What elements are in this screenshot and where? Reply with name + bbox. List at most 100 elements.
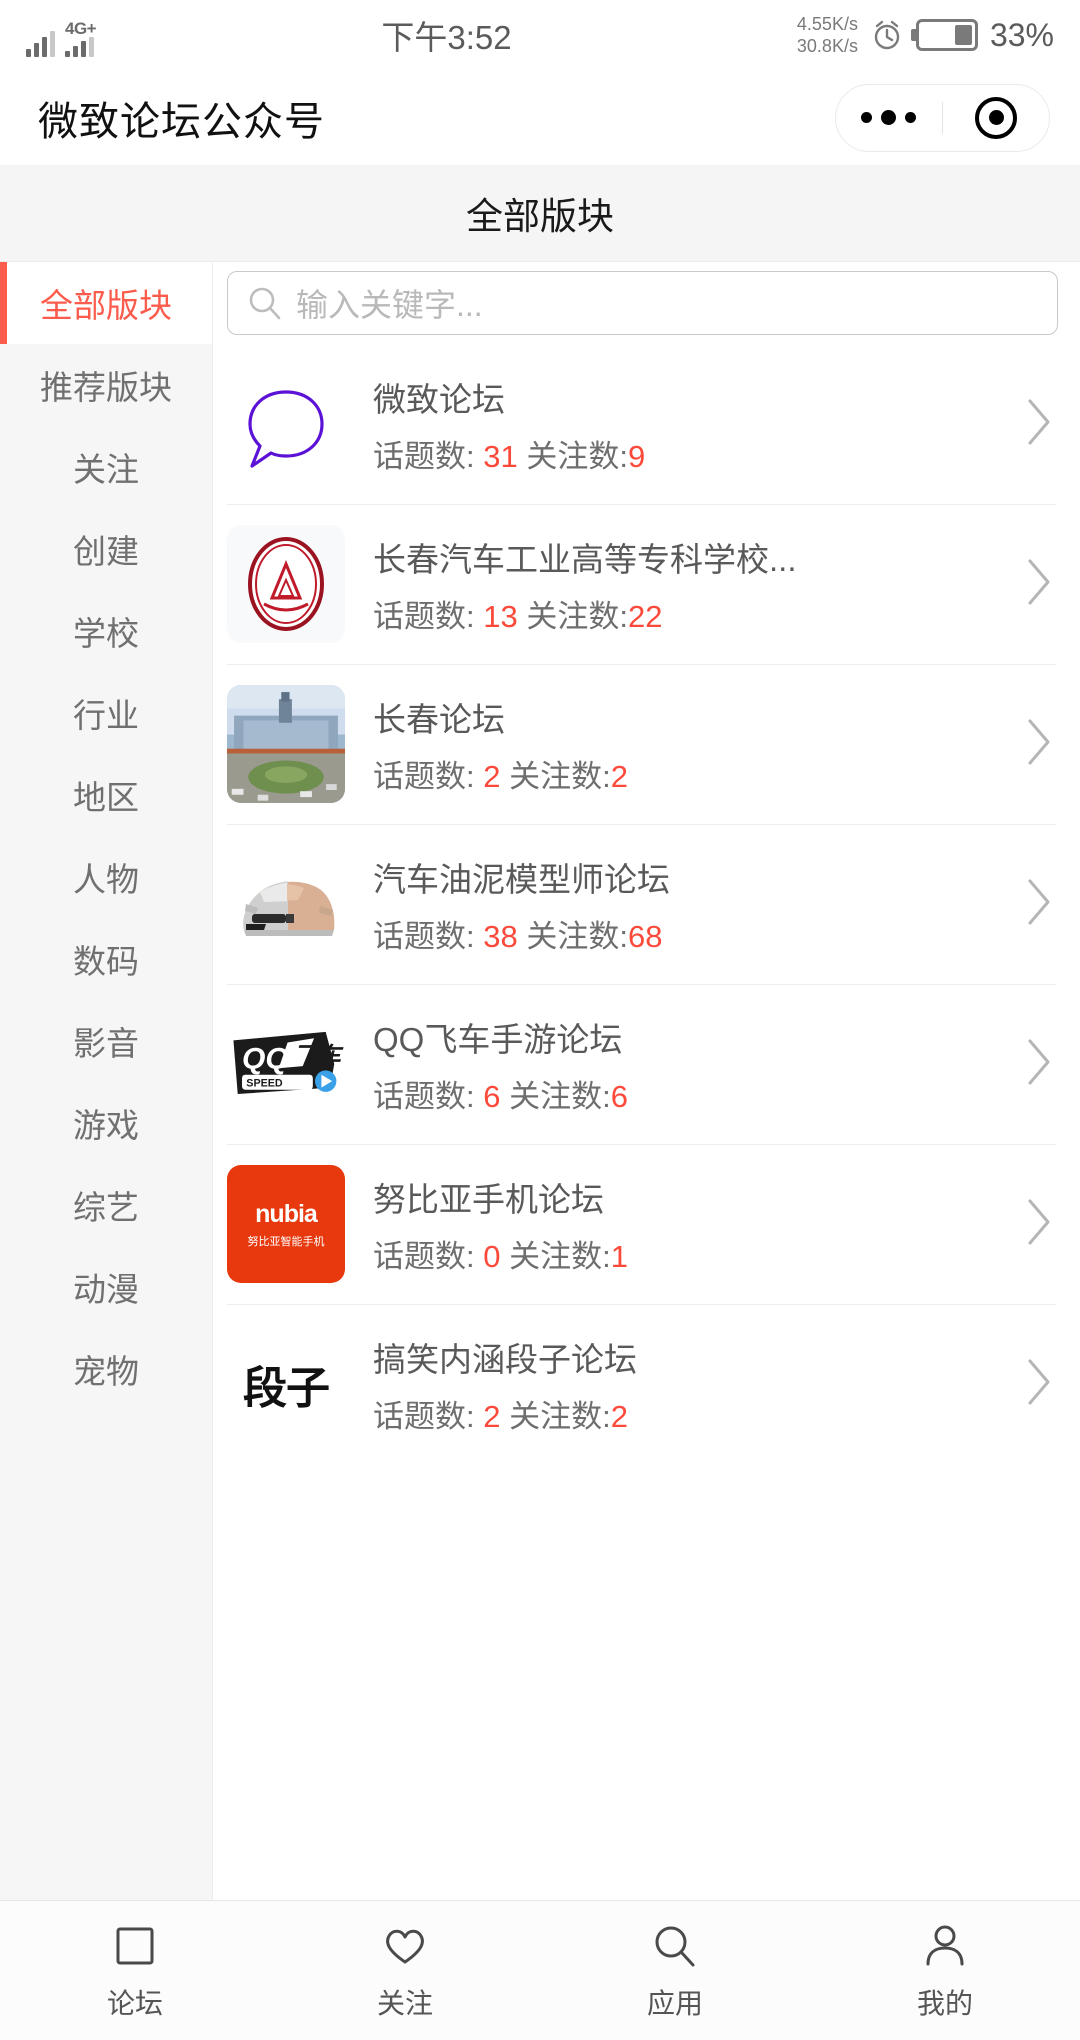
forum-name: 长春汽车工业高等专科学校...: [373, 540, 797, 578]
tab-follow[interactable]: 关注: [270, 1920, 540, 2022]
forum-name: 长春论坛: [373, 700, 505, 738]
tab-profile[interactable]: 我的: [810, 1920, 1080, 2022]
forum-avatar: 段子: [227, 1325, 345, 1443]
capsule-button-group[interactable]: [835, 83, 1050, 152]
svg-text:飞车: 飞车: [294, 1043, 345, 1070]
sidebar-item-school[interactable]: 学校: [0, 590, 212, 672]
follow-count: 9: [627, 438, 646, 474]
sidebar-item-variety[interactable]: 综艺: [0, 1164, 212, 1246]
forum-stats: 话题数: 6 关注数:6: [373, 1071, 1012, 1116]
list-item[interactable]: nubia 努比亚智能手机 努比亚手机论坛 话题数: 0 关注数:1: [213, 1144, 1080, 1304]
forum-avatar: [227, 365, 345, 483]
clay-car-icon: [243, 881, 335, 936]
forum-info: 汽车油泥模型师论坛 话题数: 38 关注数:68: [373, 853, 1012, 956]
search-icon: [249, 287, 281, 320]
follow-count: 2: [610, 1398, 628, 1434]
sidebar-item-label: 游戏: [73, 1107, 139, 1144]
status-left: 4G+: [26, 13, 97, 57]
sidebar-item-games[interactable]: 游戏: [0, 1082, 212, 1164]
chevron-right-icon[interactable]: [1022, 1035, 1056, 1094]
alarm-icon: [870, 18, 904, 52]
section-title-bar: 全部版块: [0, 165, 1080, 262]
target-circle-icon[interactable]: [943, 96, 1049, 139]
sidebar-item-label: 宠物: [73, 1353, 139, 1390]
follow-count: 1: [610, 1238, 628, 1274]
forum-name: 努比亚手机论坛: [373, 1180, 604, 1218]
forum-info: QQ飞车手游论坛 话题数: 6 关注数:6: [373, 1013, 1012, 1116]
sidebar-item-follow[interactable]: 关注: [0, 426, 212, 508]
topic-label: 话题数:: [373, 1078, 475, 1114]
list-item[interactable]: 汽车油泥模型师论坛 话题数: 38 关注数:68: [213, 824, 1080, 984]
forum-avatar: nubia 努比亚智能手机: [227, 1165, 345, 1283]
chevron-right-icon[interactable]: [1022, 395, 1056, 454]
svg-text:QQ: QQ: [242, 1042, 289, 1075]
sidebar-item-region[interactable]: 地区: [0, 754, 212, 836]
list-item[interactable]: QQ 飞车 SPEED QQ飞车手游论坛 话题数: 6 关注数:6: [213, 984, 1080, 1144]
chevron-right-icon[interactable]: [1022, 715, 1056, 774]
chevron-right-icon[interactable]: [1022, 555, 1056, 614]
heart-icon: [379, 1920, 431, 1972]
tab-apps[interactable]: 应用: [540, 1920, 810, 2022]
forum-list[interactable]: 微致论坛 话题数: 31 关注数:9 长春汽车工业高等专科学校... 话题数: …: [213, 344, 1080, 1900]
forum-name: 汽车油泥模型师论坛: [373, 860, 670, 898]
tab-forum[interactable]: 论坛: [0, 1920, 270, 2022]
list-item[interactable]: 微致论坛 话题数: 31 关注数:9: [213, 344, 1080, 504]
search-input[interactable]: 输入关键字...: [227, 271, 1058, 335]
battery-percent: 33%: [989, 16, 1054, 53]
qq-speed-logo-icon: QQ 飞车 SPEED: [233, 1031, 345, 1095]
sidebar-item-people[interactable]: 人物: [0, 836, 212, 918]
sidebar-item-label: 数码: [73, 943, 139, 980]
battery-icon: [915, 19, 978, 51]
forum-avatar: QQ 飞车 SPEED: [227, 1005, 345, 1123]
chevron-right-icon[interactable]: [1022, 1355, 1056, 1414]
forum-stats: 话题数: 38 关注数:68: [373, 911, 1012, 956]
topic-count: 6: [483, 1078, 501, 1114]
miniprogram-header: 微致论坛公众号: [0, 70, 1080, 165]
forum-list-panel: 输入关键字... 微致论坛 话题数: 31 关注数:9 长春汽车工业高等专科学校…: [213, 262, 1080, 1900]
forum-square-icon: [109, 1920, 161, 1972]
follow-label: 关注数:: [526, 438, 628, 474]
category-sidebar[interactable]: 全部版块 推荐版块 关注 创建 学校 行业 地区 人物 数码 影音 游戏 综艺 …: [0, 262, 213, 1900]
sidebar-item-recommended[interactable]: 推荐版块: [0, 344, 212, 426]
net-down-speed: 30.8K/s: [796, 36, 858, 56]
status-bar: 4G+ 下午3:52 4.55K/s 30.8K/s 33%: [0, 0, 1080, 70]
topic-count: 0: [483, 1238, 501, 1274]
sidebar-item-industry[interactable]: 行业: [0, 672, 212, 754]
sidebar-item-label: 学校: [73, 615, 139, 652]
forum-info: 长春汽车工业高等专科学校... 话题数: 13 关注数:22: [373, 533, 1012, 636]
sidebar-item-label: 关注: [73, 451, 139, 488]
topic-label: 话题数:: [373, 438, 475, 474]
follow-count: 68: [627, 918, 663, 954]
sidebar-item-label: 行业: [73, 697, 139, 734]
forum-stats: 话题数: 2 关注数:2: [373, 751, 1012, 796]
chevron-right-icon[interactable]: [1022, 875, 1056, 934]
sidebar-item-digital[interactable]: 数码: [0, 918, 212, 1000]
list-item[interactable]: 段子 搞笑内涵段子论坛 话题数: 2 关注数:2: [213, 1304, 1080, 1464]
school-seal-icon: [248, 537, 324, 631]
sidebar-item-pets[interactable]: 宠物: [0, 1328, 212, 1410]
net-up-speed: 4.55K/s: [796, 13, 858, 34]
sidebar-item-media[interactable]: 影音: [0, 1000, 212, 1082]
topic-count: 31: [483, 438, 518, 474]
chevron-right-icon[interactable]: [1022, 1195, 1056, 1254]
forum-name: 搞笑内涵段子论坛: [373, 1340, 637, 1378]
forum-stats: 话题数: 2 关注数:2: [373, 1391, 1012, 1436]
bottom-tab-bar[interactable]: 论坛 关注 应用 我的: [0, 1900, 1080, 2040]
duanzi-wordmark: 段子: [243, 1364, 330, 1413]
forum-info: 长春论坛 话题数: 2 关注数:2: [373, 693, 1012, 796]
topic-label: 话题数:: [373, 918, 475, 954]
more-dots-icon[interactable]: [836, 110, 942, 125]
topic-count: 13: [483, 598, 518, 634]
list-item[interactable]: 长春论坛 话题数: 2 关注数:2: [213, 664, 1080, 824]
sidebar-item-all[interactable]: 全部版块: [0, 262, 212, 344]
forum-stats: 话题数: 31 关注数:9: [373, 431, 1012, 476]
signal-icon: [26, 27, 55, 57]
follow-count: 6: [610, 1078, 628, 1114]
follow-label: 关注数:: [509, 1238, 611, 1274]
network-speed: 4.55K/s 30.8K/s: [797, 13, 858, 58]
search-row: 输入关键字...: [213, 262, 1080, 344]
sidebar-item-anime[interactable]: 动漫: [0, 1246, 212, 1328]
list-item[interactable]: 长春汽车工业高等专科学校... 话题数: 13 关注数:22: [213, 504, 1080, 664]
sidebar-item-create[interactable]: 创建: [0, 508, 212, 590]
speech-bubble-icon: [248, 390, 324, 468]
